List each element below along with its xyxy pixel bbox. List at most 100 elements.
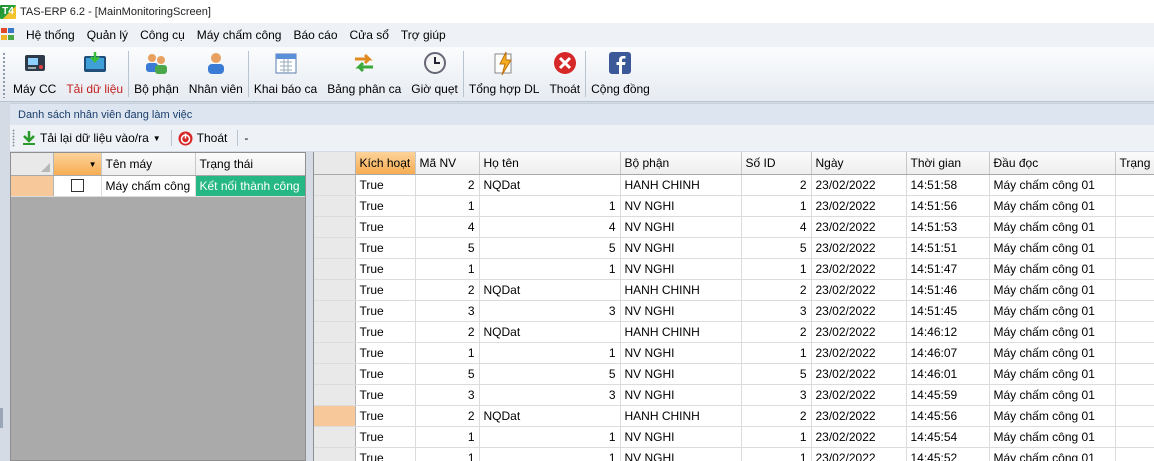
table-row[interactable]: True 3 3 NV NGHI 3 23/02/2022 14:51:45 Máy chấm… bbox=[314, 300, 1154, 322]
table-row[interactable]: True 4 4 NV NGHI 4 23/02/2022 14:51:53 Máy chấm… bbox=[314, 216, 1154, 238]
col-header-full-name[interactable]: Họ tên bbox=[479, 152, 621, 175]
row-header[interactable] bbox=[314, 216, 356, 238]
employee-code-cell[interactable]: 3 bbox=[415, 384, 480, 406]
date-cell[interactable]: 23/02/2022 bbox=[811, 405, 907, 427]
reader-cell[interactable]: Máy chấm công 01 bbox=[989, 321, 1116, 343]
community-button[interactable]: Cộng đồng bbox=[586, 47, 655, 99]
machine-name-header[interactable]: Tên máy bbox=[101, 153, 196, 176]
date-cell[interactable]: 23/02/2022 bbox=[811, 258, 907, 280]
reader-cell[interactable]: Máy chấm công 01 bbox=[989, 405, 1116, 427]
time-cell[interactable]: 14:51:58 bbox=[906, 174, 990, 196]
reader-cell[interactable]: Máy chấm công 01 bbox=[989, 216, 1116, 238]
row-header[interactable] bbox=[314, 174, 356, 196]
status-cell[interactable] bbox=[1115, 342, 1154, 364]
full-name-cell[interactable]: 1 bbox=[479, 447, 621, 461]
id-number-cell[interactable]: 1 bbox=[741, 342, 812, 364]
table-row[interactable]: True 3 3 NV NGHI 3 23/02/2022 14:45:59 Máy chấm… bbox=[314, 384, 1154, 406]
active-cell[interactable]: True bbox=[355, 321, 416, 343]
employee-code-cell[interactable]: 1 bbox=[415, 195, 480, 217]
status-cell[interactable] bbox=[1115, 300, 1154, 322]
time-cell[interactable]: 14:45:59 bbox=[906, 384, 990, 406]
machine-status-header[interactable]: Trạng thái bbox=[195, 153, 305, 176]
row-header[interactable] bbox=[314, 279, 356, 301]
full-name-cell[interactable]: 1 bbox=[479, 195, 621, 217]
status-cell[interactable] bbox=[1115, 174, 1154, 196]
reload-data-button[interactable]: Tải lại dữ liệu vào/ra ▼ bbox=[21, 130, 161, 146]
row-header[interactable] bbox=[314, 237, 356, 259]
col-header-time[interactable]: Thời gian bbox=[906, 152, 990, 175]
full-name-cell[interactable]: 1 bbox=[479, 258, 621, 280]
employee-code-cell[interactable]: 2 bbox=[415, 279, 480, 301]
time-cell[interactable]: 14:51:47 bbox=[906, 258, 990, 280]
menu-bao-cao[interactable]: Báo cáo bbox=[288, 28, 344, 42]
status-cell[interactable] bbox=[1115, 384, 1154, 406]
toolbar-grip[interactable] bbox=[2, 52, 6, 98]
menu-tro-giup[interactable]: Trợ giúp bbox=[396, 28, 453, 42]
full-name-cell[interactable]: 5 bbox=[479, 237, 621, 259]
machine-select-column-header[interactable]: ▼ bbox=[53, 153, 102, 176]
employee-code-cell[interactable]: 5 bbox=[415, 237, 480, 259]
reader-cell[interactable]: Máy chấm công 01 bbox=[989, 363, 1116, 385]
col-header-id-number[interactable]: Số ID bbox=[741, 152, 812, 175]
time-cell[interactable]: 14:51:45 bbox=[906, 300, 990, 322]
row-header[interactable] bbox=[314, 321, 356, 343]
department-cell[interactable]: HANH CHINH bbox=[620, 405, 742, 427]
department-cell[interactable]: HANH CHINH bbox=[620, 174, 742, 196]
reader-cell[interactable]: Máy chấm công 01 bbox=[989, 279, 1116, 301]
status-cell[interactable] bbox=[1115, 363, 1154, 385]
subtoolbar-grip[interactable] bbox=[12, 129, 15, 147]
status-cell[interactable] bbox=[1115, 405, 1154, 427]
row-header[interactable] bbox=[314, 195, 356, 217]
reader-cell[interactable]: Máy chấm công 01 bbox=[989, 342, 1116, 364]
row-header[interactable] bbox=[314, 342, 356, 364]
employee-code-cell[interactable]: 3 bbox=[415, 300, 480, 322]
col-header-reader[interactable]: Đầu đọc bbox=[989, 152, 1116, 175]
time-cell[interactable]: 14:45:56 bbox=[906, 405, 990, 427]
row-header[interactable] bbox=[314, 258, 356, 280]
date-cell[interactable]: 23/02/2022 bbox=[811, 426, 907, 448]
status-cell[interactable] bbox=[1115, 279, 1154, 301]
full-name-cell[interactable]: 4 bbox=[479, 216, 621, 238]
col-header-department[interactable]: Bộ phận bbox=[620, 152, 742, 175]
status-cell[interactable] bbox=[1115, 447, 1154, 461]
active-cell[interactable]: True bbox=[355, 195, 416, 217]
table-row[interactable]: True 1 1 NV NGHI 1 23/02/2022 14:45:52 Máy chấm… bbox=[314, 447, 1154, 461]
full-name-cell[interactable]: NQDat bbox=[479, 321, 621, 343]
date-cell[interactable]: 23/02/2022 bbox=[811, 447, 907, 461]
employee-code-cell[interactable]: 1 bbox=[415, 258, 480, 280]
date-cell[interactable]: 23/02/2022 bbox=[811, 384, 907, 406]
id-number-cell[interactable]: 1 bbox=[741, 426, 812, 448]
department-cell[interactable]: NV NGHI bbox=[620, 216, 742, 238]
full-name-cell[interactable]: 3 bbox=[479, 384, 621, 406]
id-number-cell[interactable]: 4 bbox=[741, 216, 812, 238]
machine-row[interactable]: Máy chấm công Kết nối thành công bbox=[11, 175, 305, 197]
menu-may-cham-cong[interactable]: Máy chấm công bbox=[192, 28, 289, 42]
shift-table-button[interactable]: Bảng phân ca bbox=[322, 47, 406, 99]
reader-cell[interactable]: Máy chấm công 01 bbox=[989, 384, 1116, 406]
active-cell[interactable]: True bbox=[355, 237, 416, 259]
employee-code-cell[interactable]: 1 bbox=[415, 426, 480, 448]
date-cell[interactable]: 23/02/2022 bbox=[811, 174, 907, 196]
active-cell[interactable]: True bbox=[355, 300, 416, 322]
reader-cell[interactable]: Máy chấm công 01 bbox=[989, 237, 1116, 259]
reader-cell[interactable]: Máy chấm công 01 bbox=[989, 447, 1116, 461]
active-cell[interactable]: True bbox=[355, 342, 416, 364]
date-cell[interactable]: 23/02/2022 bbox=[811, 321, 907, 343]
date-cell[interactable]: 23/02/2022 bbox=[811, 363, 907, 385]
full-name-cell[interactable]: NQDat bbox=[479, 174, 621, 196]
department-cell[interactable]: NV NGHI bbox=[620, 342, 742, 364]
id-number-cell[interactable]: 2 bbox=[741, 321, 812, 343]
employee-button[interactable]: Nhân viên bbox=[184, 47, 248, 99]
row-header[interactable] bbox=[314, 447, 356, 461]
summary-data-button[interactable]: Tổng hợp DL bbox=[464, 47, 545, 99]
department-cell[interactable]: NV NGHI bbox=[620, 426, 742, 448]
employee-code-cell[interactable]: 2 bbox=[415, 321, 480, 343]
department-cell[interactable]: NV NGHI bbox=[620, 258, 742, 280]
machine-button[interactable]: Máy CC bbox=[8, 47, 61, 99]
reader-cell[interactable]: Máy chấm công 01 bbox=[989, 258, 1116, 280]
col-header-active[interactable]: Kích hoạt bbox=[355, 152, 416, 175]
table-row[interactable]: True 1 1 NV NGHI 1 23/02/2022 14:51:47 Máy chấm… bbox=[314, 258, 1154, 280]
reader-cell[interactable]: Máy chấm công 01 bbox=[989, 426, 1116, 448]
department-cell[interactable]: NV NGHI bbox=[620, 363, 742, 385]
employee-code-cell[interactable]: 5 bbox=[415, 363, 480, 385]
